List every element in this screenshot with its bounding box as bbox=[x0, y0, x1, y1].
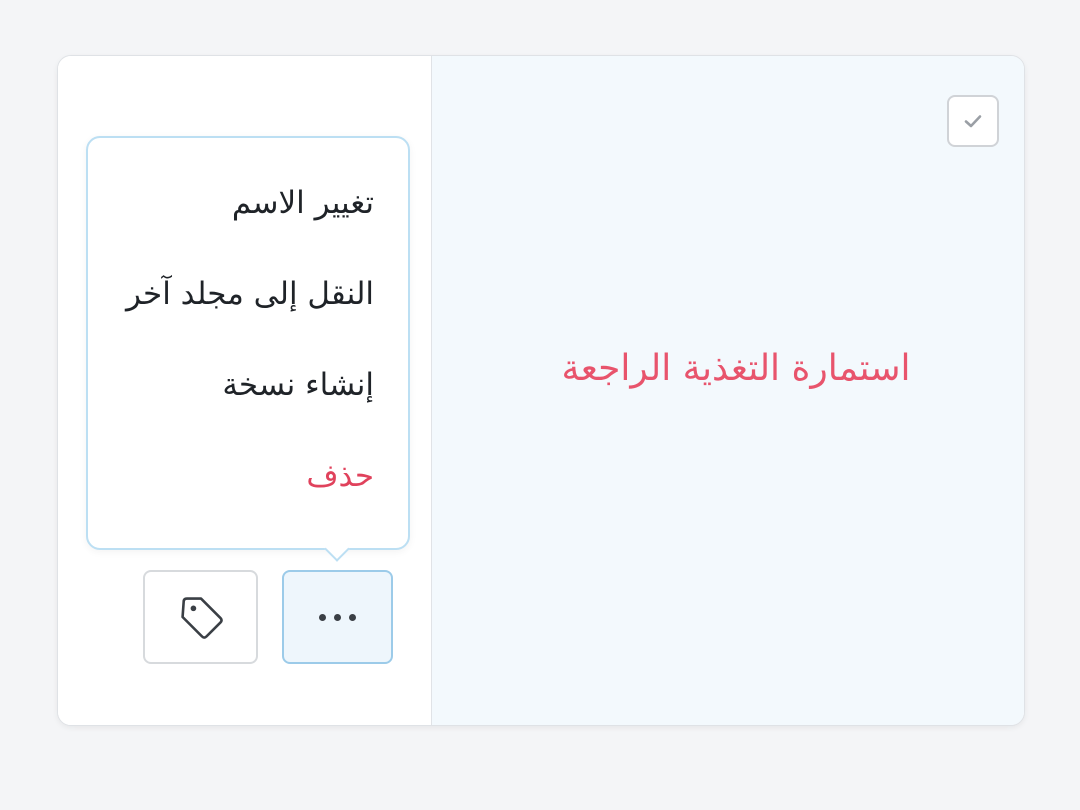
menu-item-duplicate[interactable]: إنشاء نسخة bbox=[88, 365, 408, 456]
menu-item-rename[interactable]: تغيير الاسم bbox=[88, 183, 408, 274]
tag-icon bbox=[180, 597, 223, 639]
more-button[interactable] bbox=[282, 570, 393, 664]
actions-menu: تغيير الاسم النقل إلى مجلد آخر إنشاء نسخ… bbox=[86, 136, 410, 550]
actions-pane: تغيير الاسم النقل إلى مجلد آخر إنشاء نسخ… bbox=[58, 56, 432, 725]
select-checkbox[interactable] bbox=[947, 95, 999, 147]
form-card: استمارة التغذية الراجعة تغيير الاسم النق… bbox=[57, 55, 1025, 726]
more-horizontal-icon bbox=[319, 613, 356, 621]
menu-item-move-to-folder[interactable]: النقل إلى مجلد آخر bbox=[88, 274, 408, 365]
form-preview[interactable]: استمارة التغذية الراجعة bbox=[432, 56, 1024, 725]
check-icon bbox=[964, 115, 982, 128]
form-title: استمارة التغذية الراجعة bbox=[561, 348, 911, 389]
menu-item-delete[interactable]: حذف bbox=[88, 456, 408, 547]
tag-button[interactable] bbox=[143, 570, 258, 664]
